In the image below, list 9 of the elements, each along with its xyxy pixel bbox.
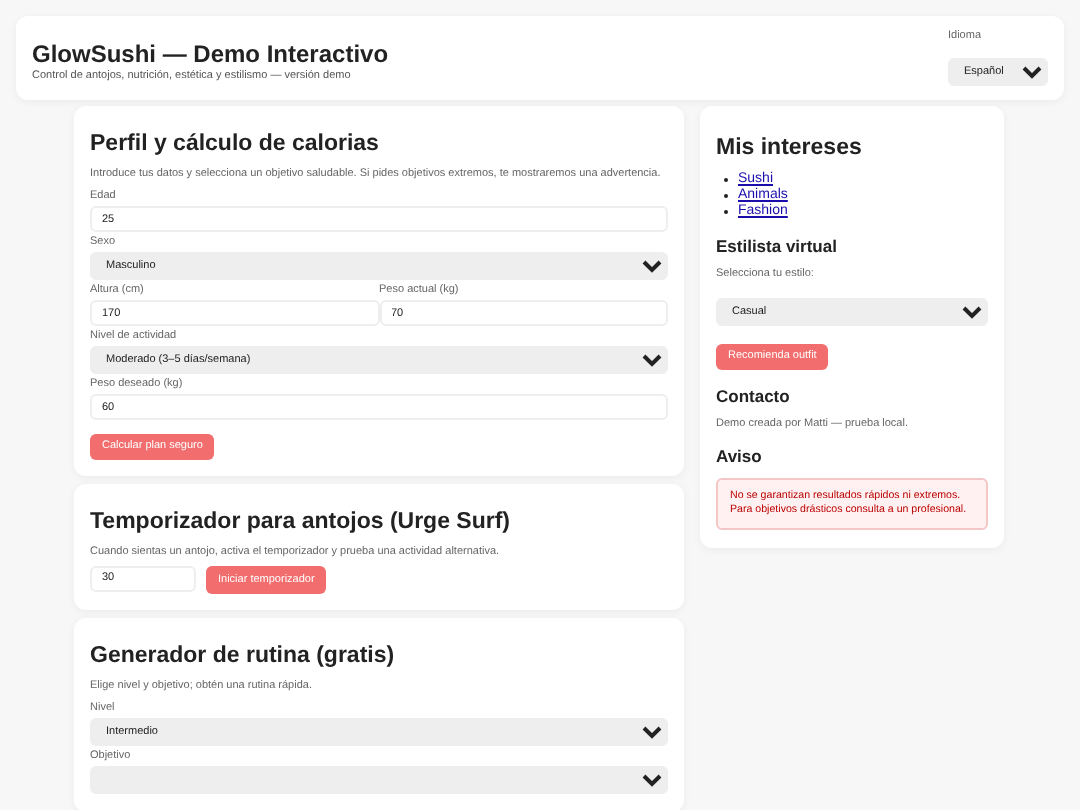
section-heading: Contacto [716, 385, 792, 405]
select-field[interactable] [90, 765, 668, 793]
section-heading: Aviso [716, 445, 764, 465]
sidebar-title: Mis intereses [716, 136, 864, 160]
section-title: Temporizador para antojos (Urge Surf) [90, 509, 513, 533]
section-title: Generador de rutina (gratis) [90, 643, 397, 667]
app-title: GlowSushi — Demo Interactivo [32, 40, 389, 68]
section-title: Perfil y cálculo de calorias [90, 132, 381, 156]
section-heading: Estilista virtual [716, 236, 839, 256]
